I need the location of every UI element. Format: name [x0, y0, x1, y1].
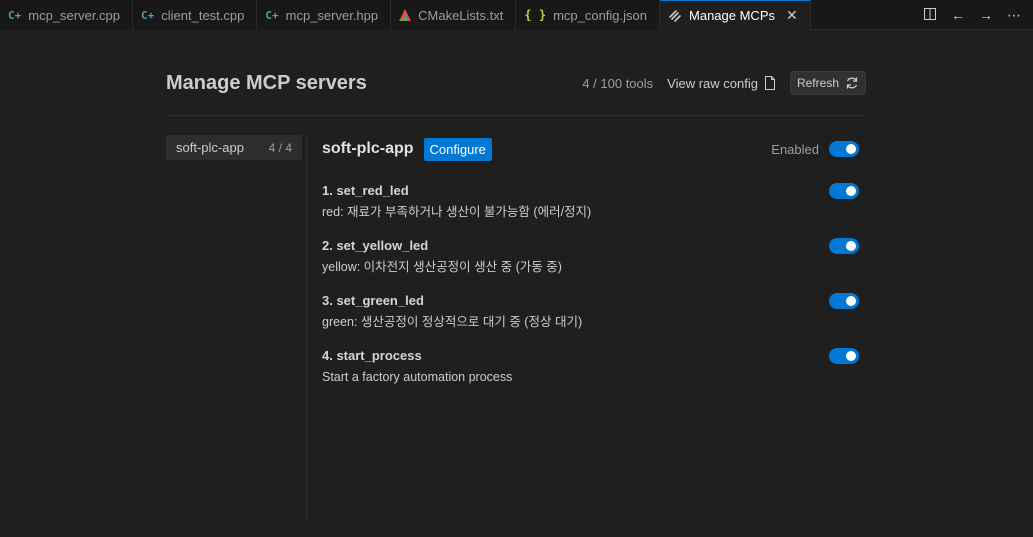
server-enabled: Enabled — [771, 141, 859, 157]
tool-name: 2. set_yellow_led — [322, 238, 429, 253]
toggle-knob — [846, 296, 856, 306]
server-item-soft-plc-app[interactable]: soft-plc-app 4 / 4 — [166, 135, 302, 160]
server-detail-header: soft-plc-app Configure Enabled — [322, 135, 859, 163]
tab-label: client_test.cpp — [161, 7, 245, 23]
tool-item-set-green-led: 3. set_green_led green: 생산공정이 정상적으로 대기 중… — [322, 293, 859, 348]
tab-client-test-cpp[interactable]: C+ client_test.cpp — [133, 0, 258, 30]
mcp-icon — [669, 9, 681, 22]
tab-mcp-config-json[interactable]: { } mcp_config.json — [516, 0, 661, 30]
tool-name: 3. set_green_led — [322, 293, 424, 308]
toggle-knob — [846, 144, 856, 154]
tool-toggle[interactable] — [829, 183, 859, 199]
tab-label: mcp_server.cpp — [28, 7, 121, 23]
enabled-label: Enabled — [771, 141, 819, 157]
cpp-icon: C+ — [265, 8, 279, 22]
file-icon — [764, 76, 775, 90]
tool-toggle[interactable] — [829, 293, 859, 309]
tab-manage-mcps[interactable]: Manage MCPs ✕ — [660, 0, 811, 30]
tool-description: yellow: 이차전지 생산공정이 생산 중 (가동 중) — [322, 260, 562, 274]
tool-name: 4. start_process — [322, 348, 422, 363]
view-raw-config-label: View raw config — [667, 75, 758, 91]
tool-description: Start a factory automation process — [322, 370, 513, 384]
page-header: Manage MCP servers 4 / 100 tools View ra… — [166, 68, 866, 98]
refresh-button[interactable]: Refresh — [789, 71, 866, 95]
server-list: soft-plc-app 4 / 4 — [166, 135, 302, 160]
header-divider — [166, 115, 866, 116]
header-actions: 4 / 100 tools View raw config Refresh — [582, 71, 866, 95]
tool-item-set-red-led: 1. set_red_led red: 재료가 부족하거나 생산이 불가능함 (… — [322, 183, 859, 238]
editor-actions: ← → ⋯ — [923, 0, 1033, 30]
tab-label: mcp_config.json — [553, 7, 648, 23]
tool-description: green: 생산공정이 정상적으로 대기 중 (정상 대기) — [322, 315, 583, 329]
json-icon: { } — [524, 8, 547, 22]
close-icon[interactable]: ✕ — [786, 7, 798, 24]
tool-item-set-yellow-led: 2. set_yellow_led yellow: 이차전지 생산공정이 생산 … — [322, 238, 859, 293]
refresh-icon — [846, 77, 858, 89]
view-raw-config-link[interactable]: View raw config — [667, 76, 776, 91]
tool-toggle[interactable] — [829, 348, 859, 364]
toggle-knob — [846, 186, 856, 196]
toggle-knob — [846, 241, 856, 251]
tab-mcp-server-hpp[interactable]: C+ mcp_server.hpp — [257, 0, 392, 30]
server-enabled-toggle[interactable] — [829, 141, 859, 157]
more-icon[interactable]: ⋯ — [1007, 7, 1021, 24]
tab-label: mcp_server.hpp — [285, 7, 379, 23]
tab-mcp-server-cpp[interactable]: C+ mcp_server.cpp — [0, 0, 134, 30]
tool-description: red: 재료가 부족하거나 생산이 불가능함 (에러/정지) — [322, 205, 592, 219]
tab-label: Manage MCPs — [689, 8, 775, 23]
tab-cmakelists[interactable]: CMakeLists.txt — [391, 0, 517, 30]
server-detail: soft-plc-app Configure Enabled 1. set_re… — [322, 135, 859, 403]
manage-mcp-page: Manage MCP servers 4 / 100 tools View ra… — [166, 30, 866, 537]
sidebar-divider — [306, 135, 307, 520]
configure-button[interactable]: Configure — [423, 137, 492, 161]
cpp-icon: C+ — [8, 8, 22, 22]
split-editor-icon[interactable] — [923, 7, 937, 24]
editor-tab-bar: C+ mcp_server.cpp C+ client_test.cpp C+ … — [0, 0, 1033, 30]
tool-toggle[interactable] — [829, 238, 859, 254]
tool-item-start-process: 4. start_process Start a factory automat… — [322, 348, 859, 403]
tools-count: 4 / 100 tools — [582, 75, 654, 91]
cpp-icon: C+ — [141, 8, 155, 22]
page-title: Manage MCP servers — [166, 71, 367, 94]
refresh-label: Refresh — [796, 76, 839, 90]
server-name: soft-plc-app — [322, 140, 414, 157]
arrow-left-icon[interactable]: ← — [951, 7, 965, 23]
server-item-count: 4 / 4 — [268, 140, 292, 155]
arrow-right-icon[interactable]: → — [979, 7, 993, 23]
cmake-icon — [399, 9, 412, 21]
tool-list: 1. set_red_led red: 재료가 부족하거나 생산이 불가능함 (… — [322, 183, 859, 403]
server-item-name: soft-plc-app — [176, 140, 244, 155]
tool-name: 1. set_red_led — [322, 183, 409, 198]
toggle-knob — [846, 351, 856, 361]
tab-label: CMakeLists.txt — [418, 7, 504, 23]
